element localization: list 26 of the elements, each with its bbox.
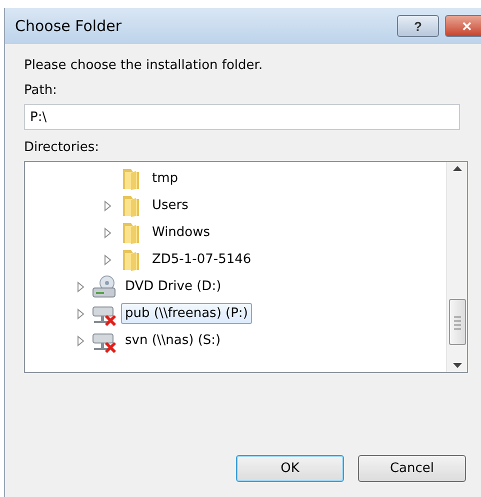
expand-arrow-icon[interactable]: [102, 200, 114, 212]
scroll-up-icon[interactable]: [452, 166, 462, 171]
window-title: Choose Folder: [15, 17, 123, 35]
tree-item[interactable]: ZD5-1-07-5146: [148, 249, 256, 270]
expand-arrow-icon[interactable]: [102, 254, 114, 266]
disc-drive-icon: [91, 274, 117, 298]
tree-item[interactable]: tmp: [148, 168, 182, 189]
scroll-thumb[interactable]: [448, 299, 466, 345]
tree-item[interactable]: svn (\\nas) (S:): [121, 330, 225, 351]
dialog-button[interactable]: Cancel: [358, 455, 466, 482]
tree-item[interactable]: pub (\\freenas) (P:): [121, 303, 252, 324]
expand-arrow-icon[interactable]: [75, 334, 87, 346]
expand-arrow-icon[interactable]: [75, 280, 87, 292]
directories-label: Directories:: [24, 140, 100, 155]
prompt-text: Please choose the installation folder.: [24, 58, 264, 73]
path-field[interactable]: P:\: [24, 104, 460, 130]
tree-item[interactable]: Users: [148, 195, 192, 216]
scroll-down-icon[interactable]: [452, 363, 462, 368]
expand-arrow-icon[interactable]: [75, 308, 87, 320]
dialog-button[interactable]: OK: [236, 455, 344, 482]
tree-item[interactable]: DVD Drive (D:): [121, 276, 226, 297]
help-button[interactable]: ?: [397, 15, 439, 37]
path-label: Path:: [24, 83, 58, 98]
expand-arrow-icon[interactable]: [102, 226, 114, 238]
scrollbar[interactable]: [446, 162, 467, 372]
tree-item[interactable]: Windows: [148, 222, 214, 243]
